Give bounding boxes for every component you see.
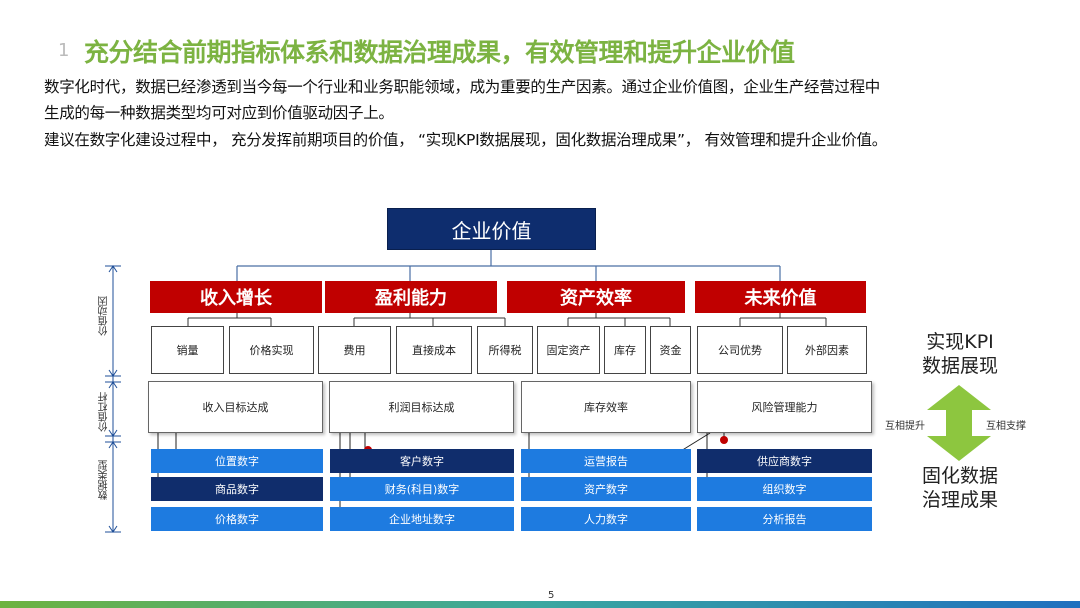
data-type-price: 价格数字 [151, 507, 323, 531]
driver-expenses: 费用 [318, 326, 391, 374]
mutual-improve-label: 互相提升 [885, 421, 925, 432]
lever-profit-target: 利润目标达成 [329, 381, 514, 433]
driver-external-factors: 外部因素 [787, 326, 867, 374]
driver-inventory: 库存 [604, 326, 646, 374]
lever-revenue-target: 收入目标达成 [148, 381, 323, 433]
driver-income-tax: 所得税 [477, 326, 533, 374]
driver-company-advantage: 公司优势 [697, 326, 783, 374]
data-type-customer: 客户数字 [330, 449, 514, 473]
category-future-value: 未来价值 [695, 281, 866, 313]
data-type-organization: 组织数字 [697, 477, 872, 501]
side-label-levers: 价值杠杆 [99, 392, 110, 432]
data-type-operations-report: 运营报告 [521, 449, 691, 473]
driver-fixed-assets: 固定资产 [537, 326, 600, 374]
driver-direct-cost: 直接成本 [396, 326, 472, 374]
side-label-data-types: 数据类型 [99, 460, 110, 500]
governance-result-line-2: 治理成果 [921, 489, 998, 511]
driver-sales-volume: 销量 [151, 326, 224, 374]
data-type-supplier: 供应商数字 [697, 449, 872, 473]
category-asset-efficiency: 资产效率 [507, 281, 685, 313]
category-revenue-growth: 收入增长 [150, 281, 322, 313]
data-type-human-resources: 人力数字 [521, 507, 691, 531]
kpi-display-line-2: 数据展现 [921, 355, 998, 377]
mutual-support-label: 互相支撑 [986, 421, 1026, 432]
category-profitability: 盈利能力 [325, 281, 497, 313]
side-label-drivers: 价值动因 [99, 296, 110, 336]
data-type-location: 位置数字 [151, 449, 323, 473]
driver-funds: 资金 [650, 326, 691, 374]
enterprise-value-box: 企业价值 [387, 208, 596, 250]
governance-result-text: 固化数据 治理成果 [918, 464, 1002, 512]
page-number: 5 [548, 590, 555, 601]
kpi-display-text: 实现KPI 数据展现 [918, 330, 1002, 378]
footer-gradient-bar [0, 601, 1080, 608]
kpi-display-line-1: 实现KPI [926, 331, 994, 353]
double-arrow-icon [927, 385, 991, 461]
governance-result-line-1: 固化数据 [921, 465, 998, 487]
data-type-product: 商品数字 [151, 477, 323, 501]
data-type-enterprise-address: 企业地址数字 [330, 507, 514, 531]
lever-risk-management: 风险管理能力 [697, 381, 872, 433]
data-type-assets: 资产数字 [521, 477, 691, 501]
data-type-finance: 财务(科目)数字 [330, 477, 514, 501]
driver-price-realization: 价格实现 [229, 326, 314, 374]
lever-inventory-efficiency: 库存效率 [521, 381, 691, 433]
data-type-analysis-report: 分析报告 [697, 507, 872, 531]
